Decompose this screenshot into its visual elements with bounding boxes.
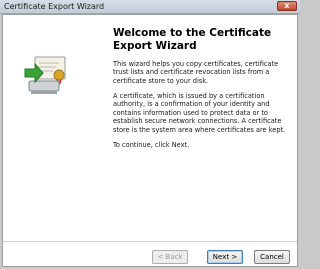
cancel-button[interactable]: Cancel xyxy=(254,250,290,264)
back-button[interactable]: < Back xyxy=(152,250,188,264)
next-button[interactable]: Next > xyxy=(207,250,243,264)
window-title: Certificate Export Wizard xyxy=(4,2,105,11)
page-heading: Welcome to the Certificate Export Wizard xyxy=(113,27,272,52)
footer-divider xyxy=(3,241,297,242)
certificate-description: A certificate, which is issued by a cert… xyxy=(113,92,286,134)
wizard-art-panel xyxy=(3,15,102,240)
close-icon: x xyxy=(284,1,290,10)
continue-instruction: To continue, click Next. xyxy=(113,141,190,149)
close-button[interactable]: x xyxy=(277,1,297,11)
intro-paragraph: This wizard helps you copy certificates,… xyxy=(113,60,279,85)
wizard-page: Welcome to the Certificate Export Wizard… xyxy=(2,14,298,267)
certificate-export-icon xyxy=(24,56,66,94)
title-bar: Certificate Export Wizard x xyxy=(0,0,300,14)
